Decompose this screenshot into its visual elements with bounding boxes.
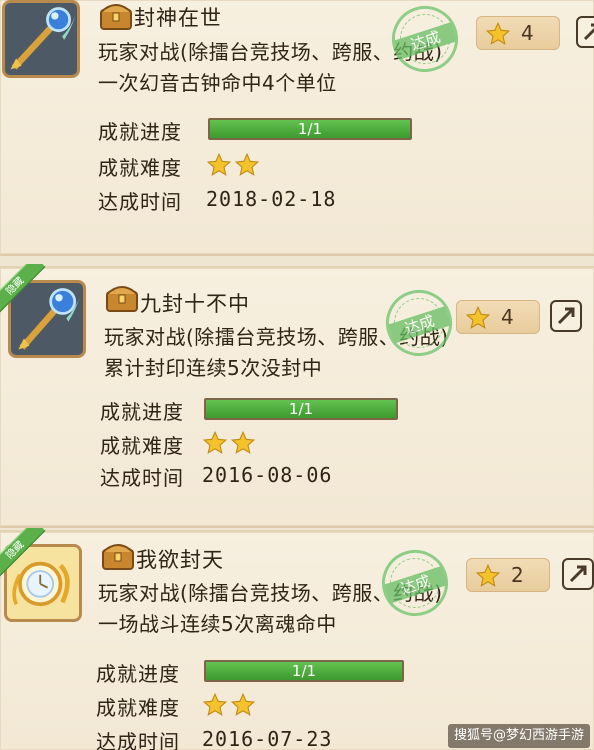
achievement-badge-staff-icon (2, 0, 80, 78)
reward-stars: 4 (476, 16, 560, 50)
share-icon (557, 307, 575, 325)
reward-stars: 4 (456, 300, 540, 334)
treasure-chest-icon (106, 286, 138, 312)
achievement-card: 封神在世 玩家对战(除擂台竞技场、跨服、约战)一次幻音古钟命中4个单位 达成 4… (0, 0, 594, 256)
difficulty-label: 成就难度 (100, 434, 184, 458)
star-icon (475, 563, 501, 587)
difficulty-star-icon (230, 430, 256, 454)
star-count: 2 (511, 563, 524, 587)
difficulty-label: 成就难度 (98, 156, 182, 180)
difficulty-label: 成就难度 (96, 696, 180, 720)
achievement-date: 2016-08-06 (202, 463, 333, 487)
achievement-title: 九封十不中 (140, 292, 250, 316)
difficulty-star-icon (234, 152, 260, 176)
share-icon (569, 565, 587, 583)
hidden-ribbon: 隐藏 (0, 528, 54, 588)
progress-bar: 1/1 (204, 660, 404, 682)
achievement-card: 隐藏 九封十不中 玩家对战(除擂台竞技场、跨服、约战)累计封印连续5次没封中 达… (0, 264, 594, 528)
achievement-date: 2018-02-18 (206, 187, 337, 211)
date-label: 达成时间 (96, 730, 180, 750)
difficulty-star-icon (202, 430, 228, 454)
progress-label: 成就进度 (100, 400, 184, 424)
share-button[interactable] (576, 16, 594, 48)
treasure-chest-icon (102, 544, 134, 570)
date-label: 达成时间 (98, 190, 182, 214)
progress-text: 1/1 (297, 120, 323, 138)
progress-text: 1/1 (291, 662, 317, 680)
share-icon (583, 23, 594, 41)
achievement-card: 隐藏 我欲封天 玩家对战(除擂台竞技场、跨服、约战)一场战斗连续5次离魂命中 达… (0, 528, 594, 750)
star-count: 4 (501, 305, 514, 329)
star-icon (465, 305, 491, 329)
progress-label: 成就进度 (96, 662, 180, 686)
share-button[interactable] (550, 300, 582, 332)
achievement-title: 封神在世 (134, 6, 222, 30)
difficulty-star-icon (230, 692, 256, 716)
treasure-chest-icon (100, 4, 132, 30)
progress-text: 1/1 (288, 400, 314, 418)
progress-bar: 1/1 (208, 118, 412, 140)
difficulty-stars (202, 692, 258, 718)
difficulty-star-icon (206, 152, 232, 176)
star-icon (485, 21, 511, 45)
difficulty-stars (202, 430, 258, 456)
star-count: 4 (521, 21, 534, 45)
share-button[interactable] (562, 558, 594, 590)
date-label: 达成时间 (100, 466, 184, 490)
achievement-date: 2016-07-23 (202, 727, 333, 750)
progress-label: 成就进度 (98, 120, 182, 144)
progress-bar: 1/1 (204, 398, 398, 420)
difficulty-star-icon (202, 692, 228, 716)
achievement-title: 我欲封天 (136, 548, 224, 572)
reward-stars: 2 (466, 558, 550, 592)
watermark: 搜狐号@梦幻西游手游 (447, 724, 590, 748)
difficulty-stars (206, 152, 262, 178)
hidden-ribbon: 隐藏 (0, 264, 54, 324)
